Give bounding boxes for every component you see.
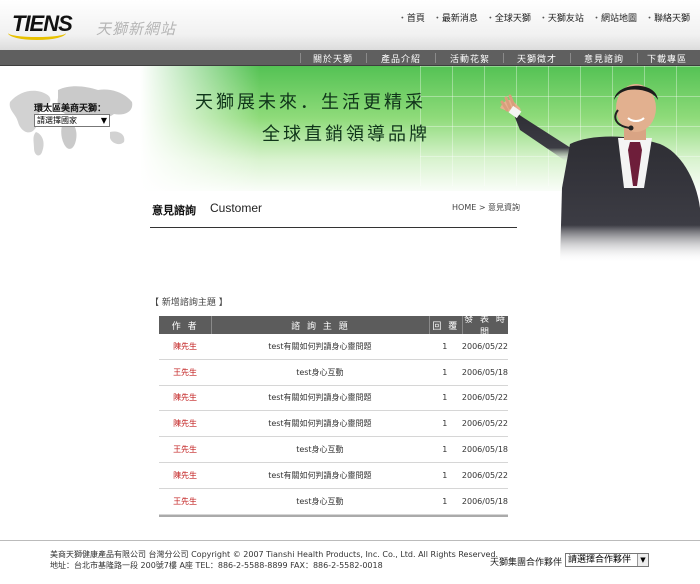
toplink-news[interactable]: 最新消息 bbox=[433, 11, 478, 24]
country-select[interactable]: 請選擇國家 ▼ bbox=[34, 114, 110, 127]
title-divider bbox=[150, 227, 517, 228]
slogan-line-2: 全球直銷領導品牌 bbox=[262, 124, 430, 145]
row-author: 陳先生 bbox=[173, 341, 198, 351]
nav-divider bbox=[366, 53, 367, 63]
row-subject[interactable]: test有關如何判讀身心靈問題 bbox=[212, 341, 428, 352]
nav-divider bbox=[435, 53, 436, 63]
toplink-home[interactable]: 首頁 bbox=[398, 11, 425, 24]
row-subject[interactable]: test有關如何判讀身心靈問題 bbox=[212, 470, 428, 481]
nav-divider bbox=[637, 53, 638, 63]
chevron-down-icon: ▼ bbox=[637, 554, 648, 566]
chevron-down-icon: ▼ bbox=[100, 116, 107, 125]
toplink-friends[interactable]: 天獅友站 bbox=[539, 11, 584, 24]
col-subject: 諮 詢 主 題 bbox=[291, 321, 350, 332]
nav-item-about[interactable]: 關於天獅 bbox=[313, 52, 353, 65]
nav-divider bbox=[570, 53, 571, 63]
country-select-value: 請選擇國家 bbox=[37, 116, 77, 125]
row-subject[interactable]: test身心互動 bbox=[212, 444, 428, 455]
col-author: 作 者 bbox=[171, 321, 199, 332]
main-nav: 關於天獅 產品介紹 活動花絮 天獅徵才 意見諮詢 下載專區 bbox=[0, 50, 700, 66]
top-links: 首頁 最新消息 全球天獅 天獅友站 網站地圖 聯絡天獅 bbox=[398, 11, 690, 24]
site-header: TIENS 天獅新網站 首頁 最新消息 全球天獅 天獅友站 網站地圖 聯絡天獅 bbox=[0, 0, 700, 50]
row-author: 陳先生 bbox=[173, 393, 198, 403]
row-author: 陳先生 bbox=[173, 419, 198, 429]
footer-info: 美商天獅健康產品有限公司 台灣分公司 Copyright © 2007 Tian… bbox=[50, 549, 498, 571]
partner-select-value: 請選擇合作夥伴 bbox=[568, 555, 632, 565]
logo-script: 天獅新網站 bbox=[96, 20, 177, 38]
toplink-sitemap[interactable]: 網站地圖 bbox=[592, 11, 637, 24]
row-author: 陳先生 bbox=[173, 470, 198, 480]
col-date: 發 表 時 間 bbox=[464, 315, 507, 338]
row-subject[interactable]: test有關如何判讀身心靈問題 bbox=[212, 418, 428, 429]
row-replies: 1 bbox=[442, 496, 448, 506]
footer-divider bbox=[0, 540, 700, 541]
table-header: 作 者 諮 詢 主 題 回 覆 發 表 時 間 bbox=[159, 315, 508, 338]
page-title: 意見諮詢 bbox=[152, 204, 196, 217]
nav-item-downloads[interactable]: 下載專區 bbox=[647, 52, 687, 65]
row-replies: 1 bbox=[442, 470, 448, 480]
nav-item-events[interactable]: 活動花絮 bbox=[450, 52, 490, 65]
logo-brand: TIENS bbox=[12, 11, 73, 36]
row-subject[interactable]: test身心互動 bbox=[212, 367, 428, 378]
nav-item-careers[interactable]: 天獅徵才 bbox=[517, 52, 557, 65]
table-row[interactable]: 陳先生 test有關如何判讀身心靈問題 1 2006/05/22 bbox=[159, 386, 508, 412]
nav-divider bbox=[300, 53, 301, 63]
slogan-line-1: 天獅展未來．生活更精采 bbox=[195, 92, 426, 113]
table-row[interactable]: 陳先生 test有關如何判讀身心靈問題 1 2006/05/22 bbox=[159, 411, 509, 438]
nav-item-products[interactable]: 產品介紹 bbox=[381, 52, 421, 65]
page-title-en: Customer bbox=[210, 201, 263, 215]
row-replies: 1 bbox=[442, 341, 448, 351]
table-row[interactable]: 陳先生 test有關如何判讀身心靈問題 1 2006/05/22 bbox=[159, 334, 508, 360]
table-row[interactable]: 王先生 test身心互動 1 2006/05/18 bbox=[159, 489, 508, 515]
row-date: 2006/05/18 bbox=[461, 445, 509, 455]
row-date: 2006/05/22 bbox=[461, 419, 509, 429]
row-date: 2006/05/18 bbox=[461, 496, 509, 506]
nav-divider bbox=[503, 53, 504, 63]
row-replies: 1 bbox=[442, 445, 448, 455]
businessman-illustration bbox=[500, 84, 700, 263]
tiens-logo[interactable]: TIENS 天獅新網站 bbox=[6, 8, 196, 42]
table-bottom-rule bbox=[159, 514, 508, 517]
table-row[interactable]: 陳先生 test有關如何判讀身心靈問題 1 2006/05/22 bbox=[159, 463, 508, 489]
row-replies: 1 bbox=[442, 419, 448, 429]
consult-table: 作 者 諮 詢 主 題 回 覆 發 表 時 間 陳先生 test有關如何判讀身心… bbox=[159, 315, 509, 517]
row-date: 2006/05/22 bbox=[461, 341, 509, 351]
row-date: 2006/05/22 bbox=[461, 393, 509, 403]
table-row[interactable]: 王先生 test身心互動 1 2006/05/18 bbox=[159, 437, 508, 463]
row-author: 王先生 bbox=[173, 367, 198, 377]
partner-select[interactable]: 請選擇合作夥伴 ▼ bbox=[565, 553, 649, 567]
new-topic-link[interactable]: 【 新增諮詢主題 】 bbox=[150, 295, 228, 308]
toplink-contact[interactable]: 聯絡天獅 bbox=[645, 11, 690, 24]
nav-item-feedback[interactable]: 意見諮詢 bbox=[584, 52, 624, 65]
region-label: 環太區美商天獅： bbox=[34, 104, 107, 114]
row-subject[interactable]: test有關如何判讀身心靈問題 bbox=[212, 392, 428, 403]
row-subject[interactable]: test身心互動 bbox=[212, 496, 428, 507]
row-author: 王先生 bbox=[173, 445, 198, 455]
partner-label: 天獅集團合作夥伴 bbox=[490, 558, 563, 568]
row-date: 2006/05/18 bbox=[461, 367, 509, 377]
toplink-global[interactable]: 全球天獅 bbox=[486, 11, 531, 24]
footer-address: 地址：台北市基隆路一段 200號7樓 A座 TEL：886-2-5588-889… bbox=[50, 561, 383, 570]
row-replies: 1 bbox=[442, 393, 448, 403]
row-replies: 1 bbox=[442, 367, 448, 377]
footer-copyright: 美商天獅健康產品有限公司 台灣分公司 Copyright © 2007 Tian… bbox=[50, 550, 499, 559]
col-replies: 回 覆 bbox=[432, 321, 460, 332]
breadcrumb[interactable]: HOME > 意見資詢 bbox=[452, 202, 520, 213]
table-row[interactable]: 王先生 test身心互動 1 2006/05/18 bbox=[159, 360, 508, 386]
row-date: 2006/05/22 bbox=[461, 470, 509, 480]
row-author: 王先生 bbox=[173, 496, 198, 506]
banner-fade bbox=[140, 66, 260, 191]
